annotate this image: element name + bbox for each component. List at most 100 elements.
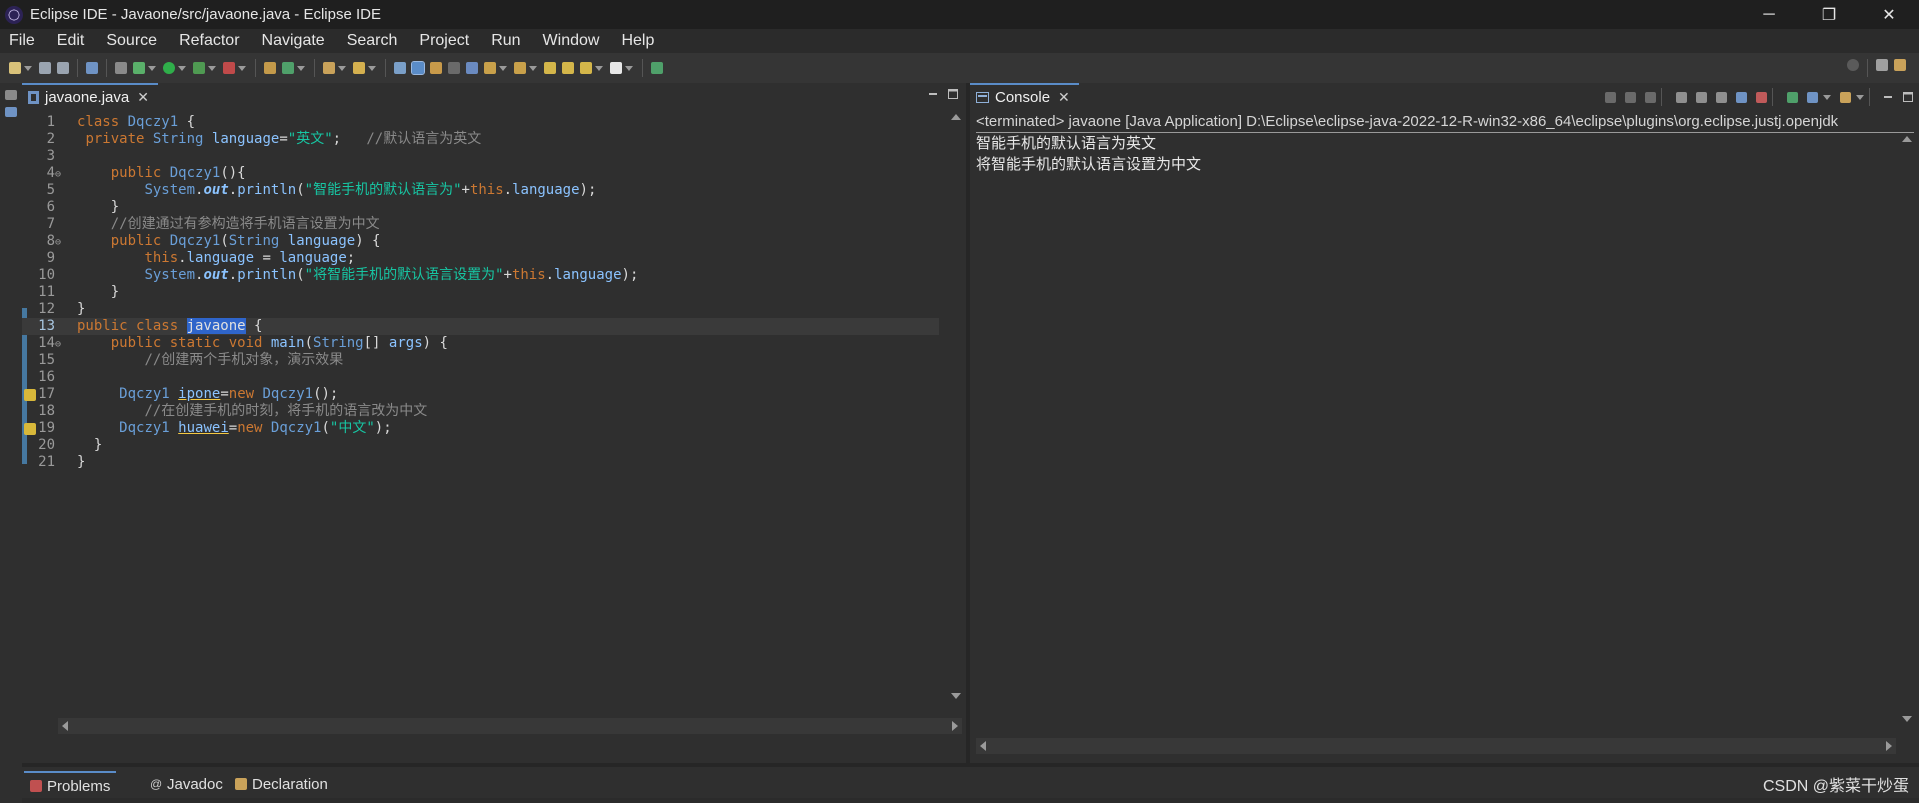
pin-editor-icon[interactable] bbox=[651, 62, 663, 74]
search-dropdown-icon[interactable] bbox=[368, 65, 376, 71]
new-class-icon[interactable] bbox=[282, 62, 294, 74]
menu-window[interactable]: Window bbox=[534, 32, 609, 50]
show-on-stderr-icon[interactable] bbox=[1756, 91, 1767, 103]
tab-problems[interactable]: Problems bbox=[24, 771, 117, 799]
code-line[interactable]: 6 } bbox=[22, 199, 120, 216]
remove-launch-icon[interactable] bbox=[1625, 91, 1636, 103]
remove-all-terminated-icon[interactable] bbox=[1645, 91, 1656, 103]
scroll-lock-icon[interactable] bbox=[1696, 91, 1707, 103]
fold-toggle-icon[interactable]: ⊖ bbox=[55, 234, 67, 251]
package-explorer-icon[interactable] bbox=[5, 107, 17, 117]
tab-javadoc[interactable]: @ Javadoc bbox=[150, 771, 223, 797]
debug-icon[interactable] bbox=[133, 62, 145, 74]
close-icon[interactable]: ✕ bbox=[1058, 89, 1070, 106]
tab-declaration[interactable]: Declaration bbox=[235, 771, 328, 797]
display-selected-console-icon[interactable] bbox=[1807, 91, 1818, 103]
code-line[interactable]: 20 } bbox=[22, 437, 102, 454]
code-line[interactable]: 19 Dqczy1 huawei=new Dqczy1("中文"); bbox=[22, 420, 392, 437]
menu-refactor[interactable]: Refactor bbox=[170, 32, 248, 50]
fold-toggle-icon[interactable]: ⊖ bbox=[55, 166, 67, 183]
tab-javaone-java[interactable]: javaone.java ✕ bbox=[22, 83, 158, 110]
open-console-icon[interactable] bbox=[1840, 91, 1851, 103]
tab-console[interactable]: Console ✕ bbox=[970, 83, 1079, 110]
menu-project[interactable]: Project bbox=[410, 32, 478, 50]
minimize-icon[interactable] bbox=[1883, 92, 1893, 102]
code-line[interactable]: 9 this.language = language; bbox=[22, 250, 356, 267]
code-line[interactable]: 2 private String language="英文"; //默认语言为英… bbox=[22, 131, 482, 148]
previous-annotation-dropdown-icon[interactable] bbox=[529, 65, 537, 71]
console-output[interactable]: 智能手机的默认语言为英文 将智能手机的默认语言设置为中文 bbox=[976, 133, 1896, 717]
restore-view-icon[interactable] bbox=[5, 90, 17, 100]
fold-toggle-icon[interactable]: ⊖ bbox=[55, 336, 67, 353]
coverage-dropdown-icon[interactable] bbox=[208, 65, 216, 71]
scroll-up-icon[interactable] bbox=[951, 114, 961, 120]
menu-edit[interactable]: Edit bbox=[48, 32, 94, 50]
editor-vertical-scrollbar[interactable] bbox=[946, 110, 982, 739]
console-vertical-scrollbar[interactable] bbox=[1899, 136, 1915, 736]
terminal-icon[interactable] bbox=[86, 62, 98, 74]
forward-dropdown-icon[interactable] bbox=[625, 65, 633, 71]
next-annotation-icon[interactable] bbox=[484, 62, 496, 74]
close-icon[interactable]: ✕ bbox=[137, 89, 149, 106]
code-line[interactable]: 15 //创建两个手机对象，演示效果 bbox=[22, 352, 343, 369]
scroll-down-icon[interactable] bbox=[951, 693, 961, 699]
code-line[interactable]: 1 class Dqczy1 { bbox=[22, 114, 195, 131]
minimize-button[interactable]: ─ bbox=[1739, 0, 1799, 29]
scroll-right-icon[interactable] bbox=[1886, 741, 1892, 751]
code-line[interactable]: 7 //创建通过有参构造将手机语言设置为中文 bbox=[22, 216, 380, 233]
open-type-icon[interactable] bbox=[323, 62, 335, 74]
code-line[interactable]: 14⊖ public static void main(String[] arg… bbox=[22, 335, 448, 352]
menu-source[interactable]: Source bbox=[97, 32, 166, 50]
skip-breakpoints-icon[interactable] bbox=[115, 62, 127, 74]
scroll-up-icon[interactable] bbox=[1902, 136, 1912, 142]
search-icon[interactable] bbox=[1847, 59, 1859, 71]
scroll-right-icon[interactable] bbox=[952, 721, 958, 731]
maximize-icon[interactable] bbox=[1903, 92, 1913, 102]
warning-marker-icon[interactable] bbox=[24, 423, 36, 435]
code-line[interactable]: 17 Dqczy1 ipone=new Dqczy1(); bbox=[22, 386, 338, 403]
code-line[interactable]: 16 bbox=[22, 369, 77, 386]
toggle-breadcrumb-icon[interactable] bbox=[394, 62, 406, 74]
code-line[interactable]: 13 public class javaone { bbox=[22, 318, 939, 335]
search-toolbar-icon[interactable] bbox=[353, 62, 365, 74]
scroll-down-icon[interactable] bbox=[1902, 716, 1912, 722]
clear-console-icon[interactable] bbox=[1676, 91, 1687, 103]
open-type-dropdown-icon[interactable] bbox=[338, 65, 346, 71]
open-console-dropdown-icon[interactable] bbox=[1856, 94, 1864, 100]
last-edit-location-icon[interactable] bbox=[544, 62, 556, 74]
external-tools-icon[interactable] bbox=[223, 62, 235, 74]
save-icon[interactable] bbox=[39, 62, 51, 74]
java-perspective-icon[interactable] bbox=[1894, 59, 1906, 71]
next-edit-icon[interactable] bbox=[562, 62, 574, 74]
run-icon[interactable] bbox=[163, 62, 175, 74]
pin-console-icon[interactable] bbox=[1787, 91, 1798, 103]
maximize-icon[interactable] bbox=[948, 89, 958, 99]
forward-icon[interactable] bbox=[610, 62, 622, 74]
new-class-dropdown-icon[interactable] bbox=[297, 65, 305, 71]
new-icon[interactable] bbox=[9, 62, 21, 74]
run-dropdown-icon[interactable] bbox=[178, 65, 186, 71]
code-line[interactable]: 8⊖ public Dqczy1(String language) { bbox=[22, 233, 381, 250]
console-horizontal-scrollbar[interactable] bbox=[976, 738, 1896, 754]
code-line[interactable]: 12 } bbox=[22, 301, 85, 318]
code-line[interactable]: 5 System.out.println("智能手机的默认语言为"+this.l… bbox=[22, 182, 597, 199]
mark-occurrences-icon[interactable] bbox=[411, 61, 425, 75]
external-tools-dropdown-icon[interactable] bbox=[238, 65, 246, 71]
code-line[interactable]: 21 } bbox=[22, 454, 85, 471]
new-java-project-icon[interactable] bbox=[264, 62, 276, 74]
menu-help[interactable]: Help bbox=[612, 32, 663, 50]
warning-marker-icon[interactable] bbox=[24, 389, 36, 401]
save-all-icon[interactable] bbox=[57, 62, 69, 74]
code-line[interactable]: 3 bbox=[22, 148, 77, 165]
back-dropdown-icon[interactable] bbox=[595, 65, 603, 71]
code-line[interactable]: 10 System.out.println("将智能手机的默认语言设置为"+th… bbox=[22, 267, 638, 284]
back-icon[interactable] bbox=[580, 62, 592, 74]
terminate-icon[interactable] bbox=[1605, 91, 1616, 103]
show-on-stdout-icon[interactable] bbox=[1736, 91, 1747, 103]
debug-dropdown-icon[interactable] bbox=[148, 65, 156, 71]
minimize-icon[interactable] bbox=[928, 89, 938, 99]
word-wrap-icon[interactable] bbox=[1716, 91, 1727, 103]
scroll-left-icon[interactable] bbox=[62, 721, 68, 731]
new-dropdown-icon[interactable] bbox=[24, 65, 32, 71]
code-line[interactable]: 11 } bbox=[22, 284, 119, 301]
